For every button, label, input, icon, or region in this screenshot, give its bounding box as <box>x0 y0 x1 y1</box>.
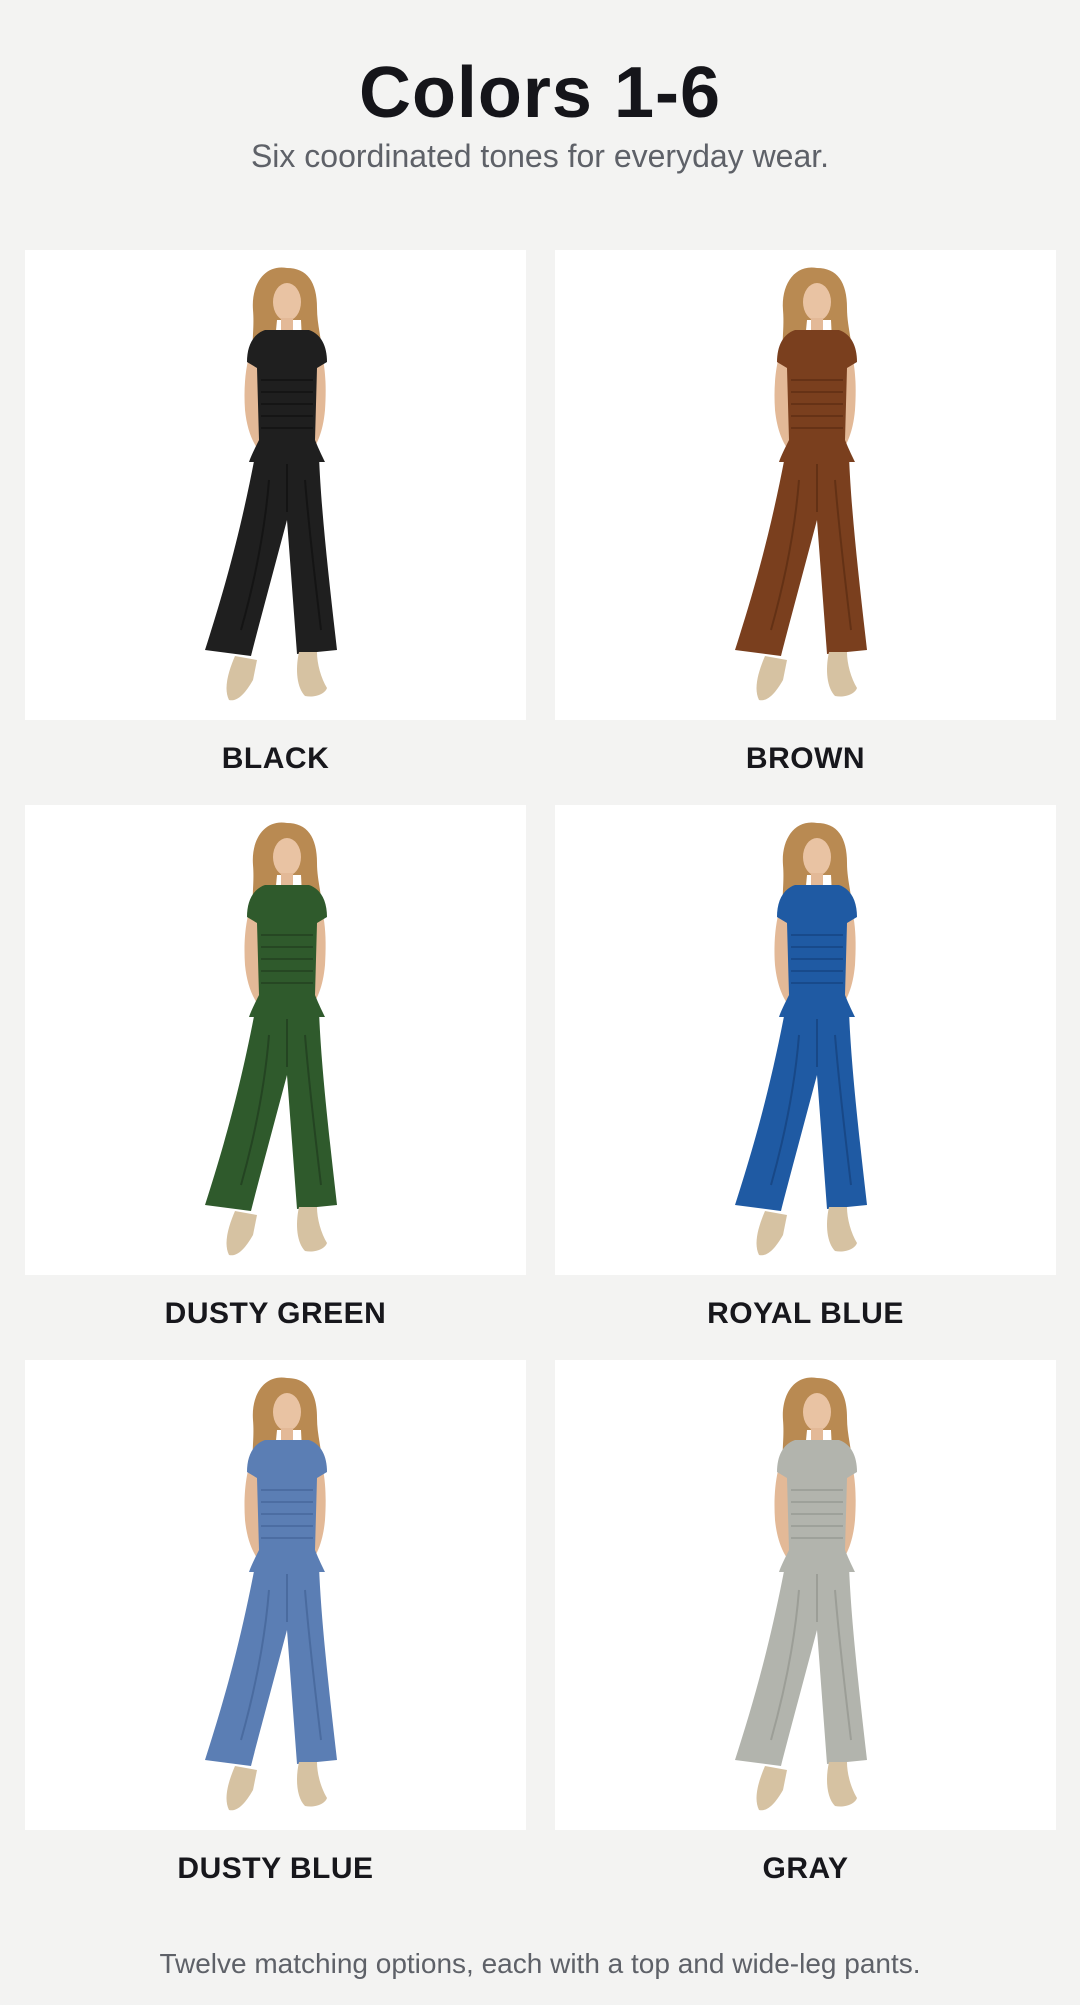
color-label: ROYAL BLUE <box>707 1297 904 1330</box>
page-title: Colors 1-6 <box>358 53 722 133</box>
product-photo[interactable] <box>25 805 526 1275</box>
product-photo[interactable] <box>555 1360 1056 1830</box>
color-card-dusty-green[interactable]: DUSTY GREEN <box>25 805 526 1360</box>
color-label: GRAY <box>762 1852 849 1885</box>
model-figure <box>205 822 337 1256</box>
product-photo[interactable] <box>25 1360 526 1830</box>
color-card-royal-blue[interactable]: ROYAL BLUE <box>555 805 1056 1360</box>
product-photo[interactable] <box>25 250 526 720</box>
model-figure <box>735 1377 867 1811</box>
model-figure <box>205 267 337 701</box>
color-card-black[interactable]: BLACK <box>25 250 526 805</box>
model-figure <box>205 1377 337 1811</box>
color-label: BROWN <box>745 742 866 775</box>
color-card-gray[interactable]: GRAY <box>555 1360 1056 1915</box>
color-card-dusty-blue[interactable]: DUSTY BLUE <box>25 1360 526 1915</box>
color-grid: BLACK BROWN DUSTY GREEN ROYAL BLUE DUSTY… <box>25 250 1056 1915</box>
color-label: DUSTY GREEN <box>164 1297 387 1330</box>
color-card-brown[interactable]: BROWN <box>555 250 1056 805</box>
page-subtitle: Six coordinated tones for everyday wear. <box>250 138 830 174</box>
color-label: BLACK <box>221 742 330 775</box>
model-figure <box>735 267 867 701</box>
product-photo[interactable] <box>555 250 1056 720</box>
model-figure <box>735 822 867 1256</box>
footer-note: Twelve matching options, each with a top… <box>159 1948 921 1979</box>
color-label: DUSTY BLUE <box>177 1852 374 1885</box>
product-photo[interactable] <box>555 805 1056 1275</box>
